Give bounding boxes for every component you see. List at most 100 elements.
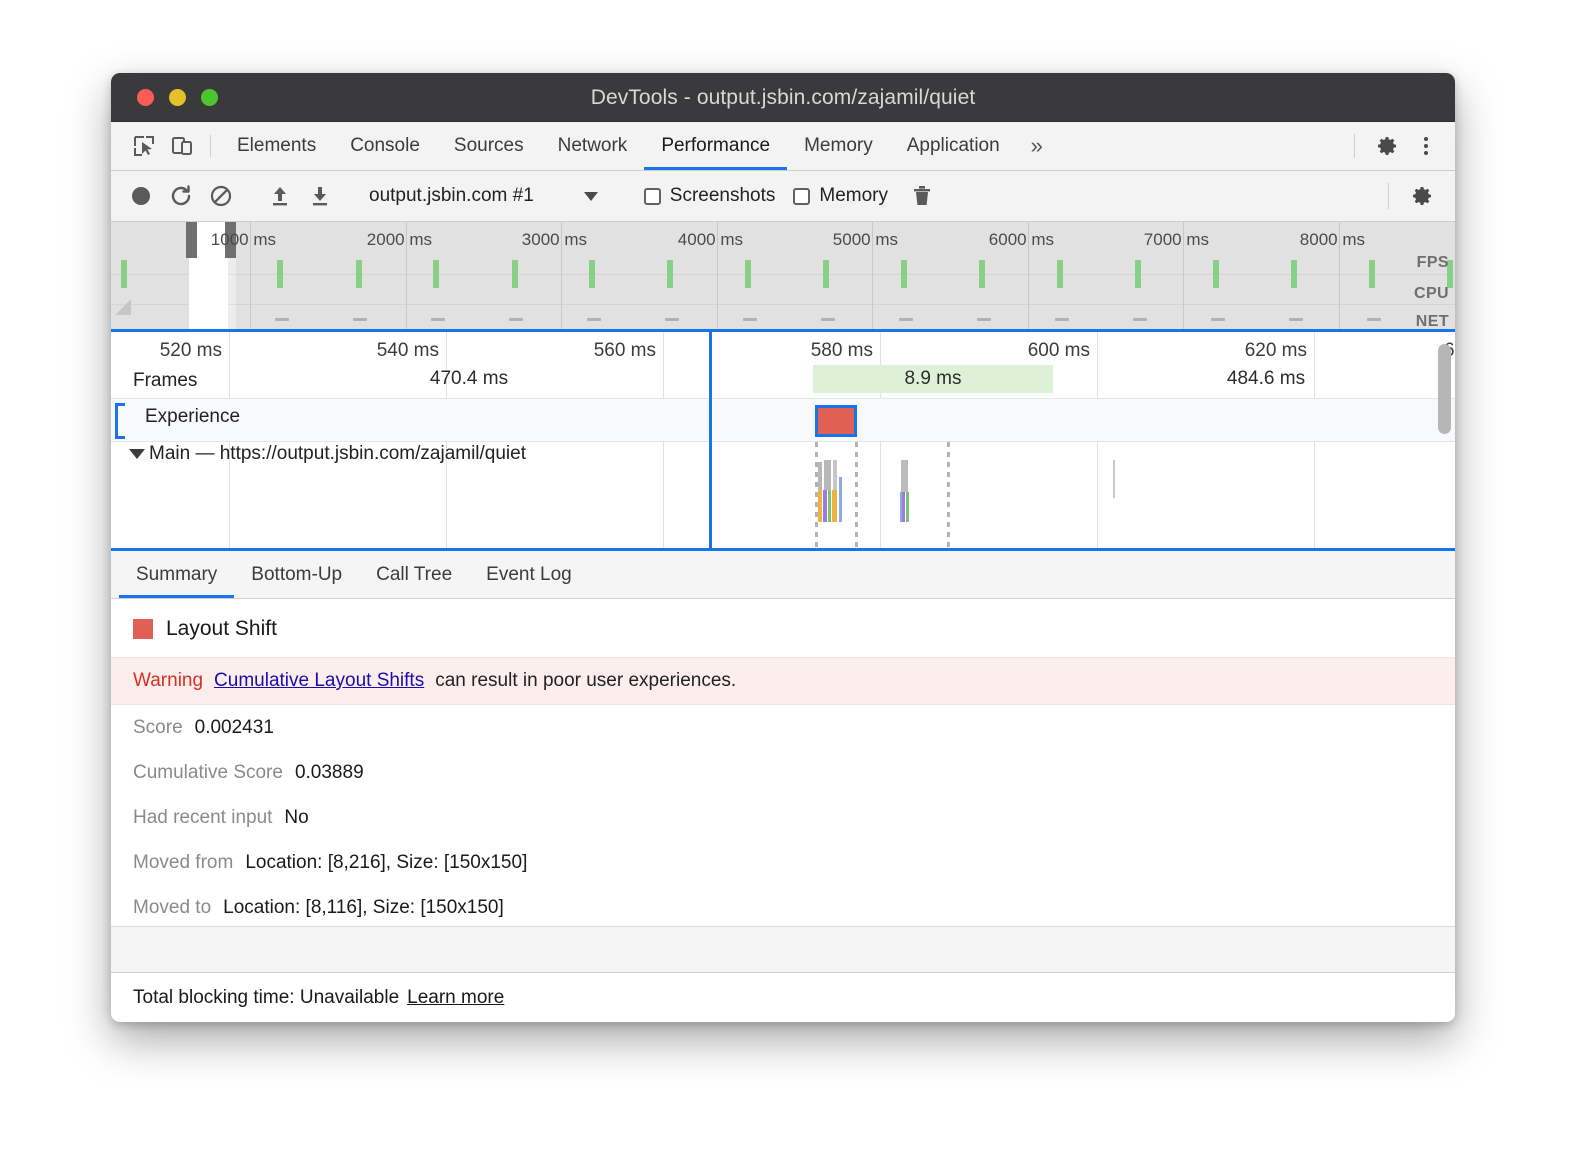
triangle-down-icon[interactable] — [129, 449, 145, 459]
memory-checkbox-box — [793, 188, 810, 205]
overview-tick-label: 8000 ms — [1300, 230, 1371, 250]
tab-bottom-up[interactable]: Bottom-Up — [234, 551, 359, 598]
frame-duration-2[interactable]: 8.9 ms — [813, 365, 1053, 393]
flame-tick-label: 620 ms — [1245, 340, 1314, 362]
more-vertical-icon[interactable] — [1407, 135, 1445, 157]
field-value: No — [284, 807, 308, 829]
overview-tick-label: 4000 ms — [678, 230, 749, 250]
screenshots-label: Screenshots — [670, 185, 776, 207]
tab-summary[interactable]: Summary — [119, 551, 234, 598]
main-event-bar[interactable] — [901, 460, 908, 492]
main-track-label: Main — https://output.jsbin.com/zajamil/… — [149, 443, 526, 465]
overview-tick-label: 1000 ms — [211, 230, 282, 250]
status-bar: Total blocking time: Unavailable Learn m… — [111, 972, 1455, 1022]
tab-performance[interactable]: Performance — [644, 122, 787, 170]
clear-icon[interactable] — [201, 184, 241, 208]
flame-chart[interactable]: 520 ms 540 ms 560 ms 580 ms 600 ms 620 m… — [111, 332, 1455, 551]
overview-tick-label: 2000 ms — [367, 230, 438, 250]
screenshots-checkbox[interactable]: Screenshots — [644, 185, 776, 207]
flame-selection-left-edge[interactable] — [709, 332, 712, 548]
summary-field-moved-from: Moved from Location: [8,216], Size: [150… — [111, 840, 1455, 885]
overview-fps-label: FPS — [1417, 254, 1449, 272]
summary-panel: Layout Shift Warning Cumulative Layout S… — [111, 599, 1455, 972]
memory-label: Memory — [819, 185, 888, 207]
session-selector[interactable]: output.jsbin.com #1 — [369, 185, 598, 207]
flame-chart-scrollbar[interactable] — [1438, 344, 1451, 434]
tab-call-tree[interactable]: Call Tree — [359, 551, 469, 598]
memory-checkbox[interactable]: Memory — [793, 185, 888, 207]
layout-shift-color-swatch — [133, 619, 153, 639]
tab-memory[interactable]: Memory — [787, 122, 890, 170]
frame-duration-3[interactable]: 484.6 ms — [1056, 365, 1455, 393]
overview-dim-left — [111, 222, 189, 329]
overview-cpu-label: CPU — [1414, 285, 1449, 303]
frame-duration-1[interactable]: 470.4 ms — [229, 365, 709, 393]
overview-tick-label: 3000 ms — [522, 230, 593, 250]
toolbar-divider — [210, 135, 211, 157]
more-tabs-button[interactable]: » — [1017, 122, 1057, 170]
flame-tick-label: 560 ms — [594, 340, 663, 362]
flame-tick-label: 520 ms — [160, 340, 229, 362]
main-event-bar[interactable] — [833, 460, 837, 490]
device-toolbar-icon[interactable] — [163, 122, 201, 170]
inspect-element-icon[interactable] — [125, 122, 163, 170]
main-event-bar[interactable] — [818, 462, 822, 490]
main-event-bar[interactable] — [828, 490, 831, 522]
devtools-panel-tabs: Elements Console Sources Network Perform… — [111, 122, 1455, 171]
field-key: Score — [133, 717, 183, 739]
event-title: Layout Shift — [166, 617, 277, 641]
tab-sources[interactable]: Sources — [437, 122, 541, 170]
learn-more-link[interactable]: Learn more — [407, 987, 504, 1009]
reload-icon[interactable] — [161, 184, 201, 208]
field-key: Cumulative Score — [133, 762, 283, 784]
flame-tick-label: 580 ms — [811, 340, 880, 362]
main-event-bar[interactable] — [900, 492, 902, 522]
field-key: Moved to — [133, 897, 211, 919]
experience-track[interactable] — [111, 399, 1455, 441]
field-value: 0.03889 — [295, 762, 364, 784]
event-title-row: Layout Shift — [111, 599, 1455, 657]
main-event-bar[interactable] — [818, 490, 822, 522]
main-event-bar[interactable] — [824, 460, 831, 490]
frames-track-label: Frames — [133, 370, 197, 392]
cumulative-layout-shifts-link[interactable]: Cumulative Layout Shifts — [214, 670, 424, 692]
overview-net-label: NET — [1416, 313, 1449, 331]
experience-track-label: Experience — [145, 406, 240, 428]
timeline-overview[interactable]: 1000 ms 2000 ms 3000 ms 4000 ms 5000 ms … — [111, 222, 1455, 332]
settings-gear-icon[interactable] — [1369, 134, 1407, 158]
overview-tick-label: 7000 ms — [1144, 230, 1215, 250]
overview-selection-handle-left[interactable] — [186, 222, 197, 258]
warning-label: Warning — [133, 670, 203, 692]
title-bar: DevTools - output.jsbin.com/zajamil/quie… — [111, 73, 1455, 122]
devtools-window: DevTools - output.jsbin.com/zajamil/quie… — [111, 73, 1455, 1022]
field-key: Moved from — [133, 852, 233, 874]
capture-settings-gear-icon[interactable] — [1403, 184, 1443, 208]
summary-field-moved-to: Moved to Location: [8,116], Size: [150x1… — [111, 885, 1455, 930]
upload-profile-icon[interactable] — [260, 184, 300, 208]
tab-event-log[interactable]: Event Log — [469, 551, 589, 598]
download-profile-icon[interactable] — [300, 184, 340, 208]
toolbar-divider-right — [1354, 134, 1355, 158]
field-value: Location: [8,216], Size: [150x150] — [245, 852, 527, 874]
main-event-bar[interactable] — [823, 490, 827, 522]
main-event-bar[interactable] — [839, 477, 842, 522]
summary-field-score: Score 0.002431 — [111, 705, 1455, 750]
main-event-bar[interactable] — [1113, 460, 1115, 498]
main-event-bar[interactable] — [906, 492, 909, 522]
perf-toolbar-divider-4 — [1388, 183, 1389, 209]
event-divider — [855, 442, 858, 547]
main-event-bar[interactable] — [832, 490, 837, 522]
tab-application[interactable]: Application — [890, 122, 1017, 170]
main-event-bar[interactable] — [902, 492, 905, 522]
layout-shift-event-marker[interactable] — [815, 405, 857, 437]
field-value: 0.002431 — [195, 717, 274, 739]
tab-network[interactable]: Network — [541, 122, 645, 170]
warning-text: can result in poor user experiences. — [435, 670, 736, 692]
trash-icon[interactable] — [902, 184, 942, 208]
window-title: DevTools - output.jsbin.com/zajamil/quie… — [111, 86, 1455, 110]
flame-tick-label: 600 ms — [1028, 340, 1097, 362]
experience-selected-bracket — [115, 403, 125, 439]
tab-console[interactable]: Console — [333, 122, 437, 170]
tab-elements[interactable]: Elements — [220, 122, 333, 170]
record-circle-icon[interactable] — [121, 187, 161, 205]
